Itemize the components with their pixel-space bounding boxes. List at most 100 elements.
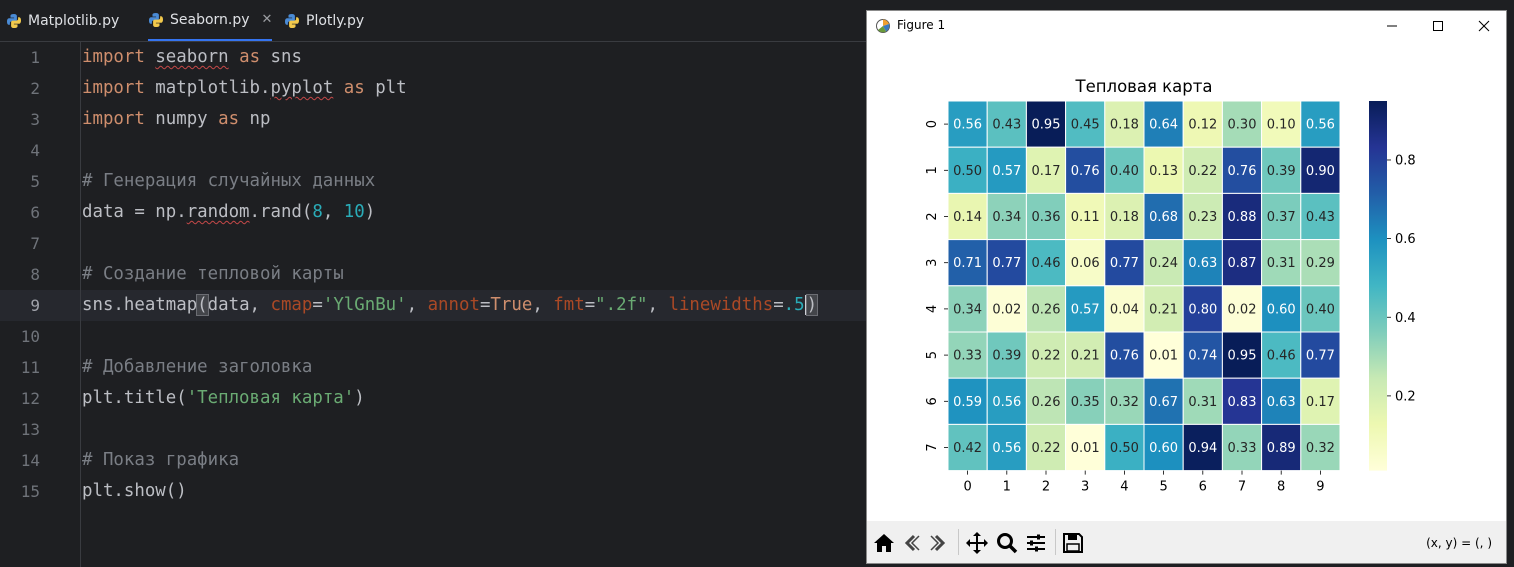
cell-annotation: 0.56 <box>992 441 1021 456</box>
cell-annotation: 0.43 <box>992 118 1021 133</box>
x-tick-label: 2 <box>1042 480 1050 495</box>
back-icon <box>904 534 920 552</box>
x-tick-label: 0 <box>963 480 971 495</box>
code-line[interactable]: sns.heatmap(data, cmap='YlGnBu', annot=T… <box>82 290 819 321</box>
cell-annotation: 0.77 <box>1110 256 1139 271</box>
code-line[interactable]: import seaborn as sns <box>82 42 302 73</box>
line-number: 14 <box>20 451 40 470</box>
cell-annotation: 0.02 <box>1228 302 1257 317</box>
forward-icon <box>930 534 946 552</box>
tab-matplotlib[interactable]: Matplotlib.py <box>6 0 119 41</box>
forward-button[interactable] <box>924 529 952 557</box>
cell-annotation: 0.68 <box>1149 210 1178 225</box>
line-number: 2 <box>30 79 40 98</box>
cell-annotation: 0.31 <box>1188 395 1217 410</box>
cell-annotation: 0.60 <box>1267 302 1296 317</box>
code-line[interactable]: # Создание тепловой карты <box>82 259 344 290</box>
pan-button[interactable] <box>963 529 991 557</box>
cell-annotation: 0.22 <box>1032 441 1061 456</box>
cell-annotation: 0.87 <box>1228 256 1257 271</box>
line-number: 15 <box>20 482 40 501</box>
zoom-button[interactable] <box>993 529 1021 557</box>
y-tick-label: 6 <box>925 397 940 405</box>
code-editor[interactable]: Matplotlib.py Seaborn.py ✕ Plotly.py 1 2 3… <box>0 0 866 567</box>
x-tick-label: 9 <box>1316 480 1324 495</box>
cell-annotation: 0.21 <box>1149 302 1178 317</box>
cell-annotation: 0.30 <box>1228 118 1257 133</box>
cell-annotation: 0.56 <box>992 395 1021 410</box>
colorbar-tick-label: 0.2 <box>1395 389 1416 404</box>
cell-annotation: 0.42 <box>953 441 982 456</box>
home-icon <box>874 534 894 552</box>
code-line[interactable]: # Добавление заголовка <box>82 352 312 383</box>
cell-annotation: 0.26 <box>1032 302 1061 317</box>
cell-annotation: 0.21 <box>1071 349 1100 364</box>
x-tick-label: 4 <box>1120 480 1128 495</box>
code-line[interactable]: import matplotlib.pyplot as plt <box>82 73 407 104</box>
figure-window[interactable]: Figure 1 Тепловая карта 0.56 0.43 0.95 0.45 0… <box>866 10 1507 564</box>
window-title-bar: Figure 1 <box>867 11 1506 41</box>
code-line[interactable]: plt.title('Тепловая карта') <box>82 383 365 414</box>
minimize-button[interactable] <box>1369 11 1415 41</box>
y-tick-label: 2 <box>925 212 940 220</box>
window-title: Figure 1 <box>897 18 946 32</box>
cell-annotation: 0.18 <box>1110 210 1139 225</box>
cell-annotation: 0.22 <box>1032 349 1061 364</box>
cell-annotation: 0.56 <box>1306 118 1335 133</box>
cell-annotation: 0.77 <box>992 256 1021 271</box>
cell-annotation: 0.06 <box>1071 256 1100 271</box>
code-line[interactable]: import numpy as np <box>82 104 271 135</box>
cell-annotation: 0.39 <box>1267 164 1296 179</box>
tab-seaborn[interactable]: Seaborn.py ✕ <box>148 0 273 41</box>
back-button[interactable] <box>898 529 926 557</box>
cell-annotation: 0.33 <box>953 349 982 364</box>
tab-label: Matplotlib.py <box>28 12 120 29</box>
toolbar-separator <box>958 529 959 555</box>
cell-annotation: 0.26 <box>1032 395 1061 410</box>
cell-annotation: 0.50 <box>1110 441 1139 456</box>
tab-plotly[interactable]: Plotly.py <box>284 0 364 41</box>
line-number: 10 <box>20 327 40 346</box>
cell-annotation: 0.11 <box>1071 210 1100 225</box>
python-file-icon <box>149 12 163 27</box>
cell-annotation: 0.37 <box>1267 210 1296 225</box>
cell-annotation: 0.01 <box>1071 441 1100 456</box>
line-number: 9 <box>30 296 40 315</box>
cell-annotation: 0.12 <box>1188 118 1217 133</box>
heatmap-chart: Тепловая карта0.56 0.43 0.95 0.45 0.18 0.64 0.… <box>925 77 1416 495</box>
matplotlib-figure-icon <box>876 19 890 33</box>
close-icon[interactable]: ✕ <box>262 12 273 27</box>
colorbar-tick-label: 0.4 <box>1395 311 1416 326</box>
close-icon <box>1478 20 1490 32</box>
cell-annotation: 0.14 <box>953 210 982 225</box>
code-line[interactable]: data = np.random.rand(8, 10) <box>82 197 375 228</box>
close-button[interactable] <box>1461 11 1507 41</box>
home-button[interactable] <box>870 529 898 557</box>
cell-annotation: 0.80 <box>1188 302 1217 317</box>
code-line[interactable]: plt.show() <box>82 476 187 507</box>
save-button[interactable] <box>1059 529 1087 557</box>
x-tick-label: 5 <box>1159 480 1167 495</box>
code-line[interactable]: # Показ графика <box>82 445 239 476</box>
y-tick-label: 4 <box>925 305 940 313</box>
configure-subplots-button[interactable] <box>1022 529 1050 557</box>
cell-annotation: 0.76 <box>1071 164 1100 179</box>
maximize-icon <box>1433 21 1443 31</box>
maximize-button[interactable] <box>1415 11 1461 41</box>
line-number: 3 <box>30 110 40 129</box>
line-number: 1 <box>30 48 40 67</box>
cell-annotation: 0.88 <box>1228 210 1257 225</box>
line-number: 5 <box>30 172 40 191</box>
line-number: 6 <box>30 203 40 222</box>
cell-annotation: 0.57 <box>1071 302 1100 317</box>
cell-annotation: 0.22 <box>1188 164 1217 179</box>
cell-annotation: 0.04 <box>1110 302 1139 317</box>
cell-annotation: 0.43 <box>1306 210 1335 225</box>
cell-annotation: 0.10 <box>1267 118 1296 133</box>
cell-annotation: 0.13 <box>1149 164 1178 179</box>
line-number: 13 <box>20 420 40 439</box>
cell-annotation: 0.95 <box>1032 118 1061 133</box>
python-file-icon <box>285 13 299 28</box>
code-line[interactable]: # Генерация случайных данных <box>82 166 375 197</box>
tab-label: Seaborn.py <box>170 11 250 28</box>
